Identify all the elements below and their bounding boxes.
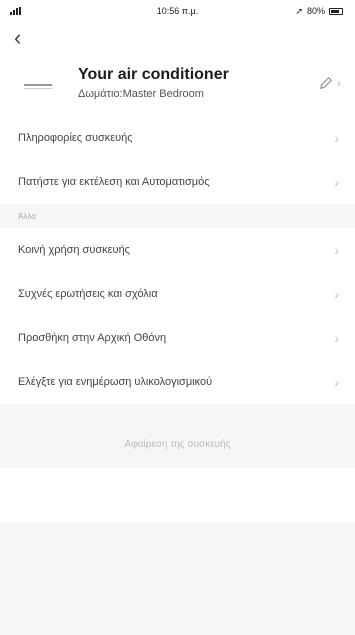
row-tap-to-run[interactable]: Πατήστε για εκτέλεση και Αυτοματισμός › xyxy=(0,160,355,204)
row-faq-feedback[interactable]: Συχνές ερωτήσεις και σχόλια › xyxy=(0,272,355,316)
battery-percent: 80% xyxy=(306,6,325,16)
battery-icon xyxy=(329,7,343,15)
device-title: Your air conditioner xyxy=(78,66,229,83)
row-label: Πατήστε για εκτέλεση και Αυτοματισμός xyxy=(18,176,210,188)
device-header[interactable]: Your air conditioner Δωμάτιο:Master Bedr… xyxy=(0,54,355,112)
chevron-right-icon: › xyxy=(334,330,339,346)
chevron-right-icon: › xyxy=(334,374,339,390)
chevron-right-icon: › xyxy=(334,242,339,258)
section-header-other: Άλλα xyxy=(0,204,355,228)
row-add-to-home[interactable]: Προσθήκη στην Αρχική Οθόνη › xyxy=(0,316,355,360)
section-gap xyxy=(0,404,355,420)
status-bar: 10:56 π.μ. ➚ 80% xyxy=(0,0,355,22)
location-icon: ➚ xyxy=(295,5,303,16)
chevron-right-icon: › xyxy=(334,286,339,302)
row-share-device[interactable]: Κοινή χρήση συσκευής › xyxy=(0,228,355,272)
row-device-info[interactable]: Πληροφορίες συσκευής › xyxy=(0,116,355,160)
chevron-right-icon: › xyxy=(334,130,339,146)
chevron-right-icon: › xyxy=(334,174,339,190)
row-label: Συχνές ερωτήσεις και σχόλια xyxy=(18,288,158,300)
row-label: Ελέγξτε για ενημέρωση υλικολογισμικού xyxy=(18,376,213,388)
row-firmware-update[interactable]: Ελέγξτε για ενημέρωση υλικολογισμικού › xyxy=(0,360,355,404)
row-label: Προσθήκη στην Αρχική Οθόνη xyxy=(18,332,167,344)
pencil-icon xyxy=(320,77,332,89)
remove-device-button[interactable]: Αφαίρεση της συσκευής xyxy=(124,439,230,450)
remove-device-row: Αφαίρεση της συσκευής xyxy=(0,420,355,468)
chevron-left-icon[interactable]: ‹ xyxy=(14,27,21,49)
edit-device-button[interactable]: › xyxy=(319,76,341,90)
air-conditioner-icon xyxy=(24,83,52,89)
bottom-background xyxy=(0,523,355,635)
device-room: Δωμάτιο:Master Bedroom xyxy=(78,88,204,100)
row-label: Κοινή χρήση συσκευής xyxy=(18,244,130,256)
chevron-right-icon: › xyxy=(337,76,341,90)
row-label: Πληροφορίες συσκευής xyxy=(18,132,133,144)
nav-bar: ‹ xyxy=(0,22,355,54)
